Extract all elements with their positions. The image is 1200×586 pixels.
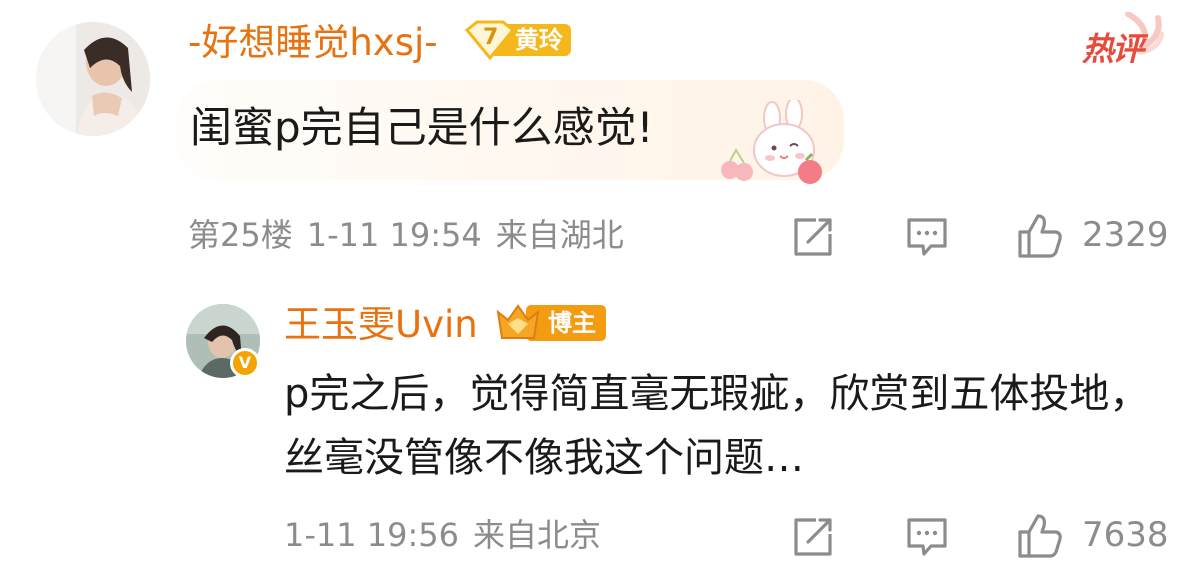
reply-share-icon[interactable] xyxy=(790,514,836,560)
comment-thread: -好想睡觉hxsj- 7 黄玲 热评 闺蜜p完自己是什么感觉! 第25楼 1-1… xyxy=(0,0,1200,586)
fan-badge-label: 黄玲 xyxy=(515,26,563,54)
hot-badge-label: 热评 xyxy=(1082,30,1144,68)
reply-username[interactable]: 王玉雯Uvin xyxy=(284,300,478,350)
avatar[interactable] xyxy=(36,22,150,136)
verified-badge-icon: V xyxy=(230,348,260,378)
fan-level-badge[interactable]: 7 黄玲 xyxy=(463,20,571,60)
reply-location: 来自北京 xyxy=(473,516,602,554)
reply-like-icon[interactable] xyxy=(1016,512,1064,560)
hot-comment-badge: 热评 xyxy=(1078,12,1164,68)
comment-location: 来自湖北 xyxy=(495,216,624,254)
reply-like-count: 7638 xyxy=(1082,515,1169,555)
like-count: 2329 xyxy=(1082,215,1169,255)
comment-icon[interactable] xyxy=(904,214,950,260)
reply-text: p完之后，觉得简直毫无瑕疵，欣赏到五体投地，丝毫没管像不像我这个问题… xyxy=(284,371,1150,481)
blogger-badge-label: 博主 xyxy=(548,309,596,337)
reply-meta: 1-11 19:56 来自北京 xyxy=(284,512,615,558)
blogger-badge: 博主 xyxy=(496,300,608,346)
like-icon[interactable] xyxy=(1016,212,1064,260)
fan-level-number: 7 xyxy=(483,25,499,50)
comment-meta: 第25楼 1-11 19:54 来自湖北 xyxy=(188,212,638,258)
comment-time: 1-11 19:54 xyxy=(306,216,482,254)
username[interactable]: -好想睡觉hxsj- xyxy=(188,18,438,68)
comment-text: 闺蜜p完自己是什么感觉! xyxy=(190,103,654,152)
floor-number: 第25楼 xyxy=(188,216,293,254)
reply-comment-icon[interactable] xyxy=(904,514,950,560)
reply-time: 1-11 19:56 xyxy=(284,516,460,554)
share-icon[interactable] xyxy=(790,214,836,260)
bunny-sticker-icon xyxy=(714,97,834,192)
